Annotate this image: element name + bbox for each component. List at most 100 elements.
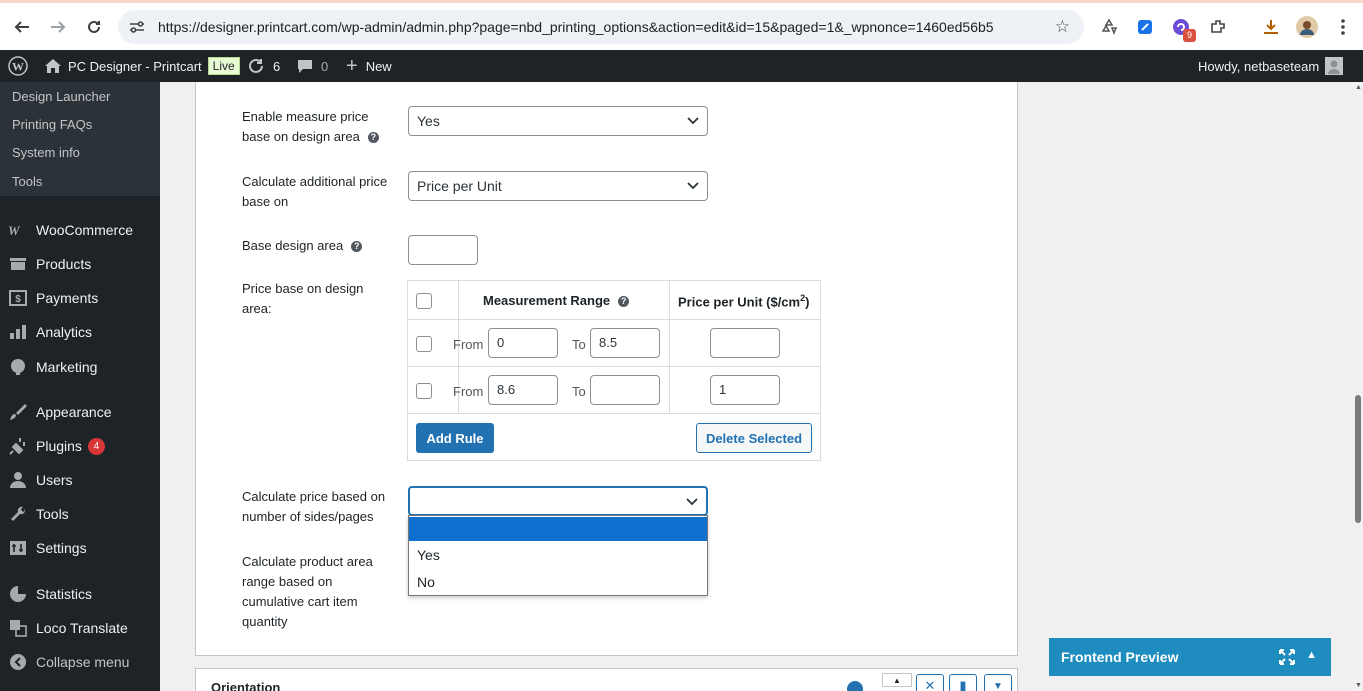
menu-payments[interactable]: $ Payments	[0, 281, 160, 315]
select-all-checkbox[interactable]	[416, 293, 432, 309]
page-scrollbar[interactable]: ▲ ▼	[1353, 82, 1363, 691]
menu-analytics[interactable]: Analytics	[0, 315, 160, 349]
scroll-down-icon[interactable]: ▼	[1355, 682, 1362, 689]
submenu-system-info[interactable]: System info	[0, 138, 160, 166]
label-line: Enable measure price	[242, 109, 369, 124]
svg-text:$: $	[15, 294, 21, 305]
orientation-title: Orientation	[211, 680, 281, 691]
help-icon[interactable]: ?	[618, 296, 630, 308]
svg-text:W: W	[12, 60, 24, 74]
menu-label: Marketing	[36, 359, 98, 375]
browser-menu-icon[interactable]	[1332, 16, 1354, 38]
recycle-extension-icon[interactable]	[1098, 16, 1120, 38]
collapse-up-icon[interactable]: ▲	[1306, 649, 1317, 661]
plug-icon	[0, 437, 36, 455]
submenu-printing-faqs[interactable]: Printing FAQs	[0, 110, 160, 138]
unit-price-input[interactable]: 1	[710, 375, 780, 405]
expand-icon[interactable]	[1279, 649, 1295, 668]
range-from-input[interactable]: 8.6	[488, 375, 558, 405]
live-badge: Live	[207, 57, 240, 75]
row-checkbox[interactable]	[416, 383, 432, 399]
close-icon[interactable]: ✕	[916, 674, 944, 691]
menu-users[interactable]: Users	[0, 463, 160, 497]
menu-statistics[interactable]: Statistics	[0, 577, 160, 611]
forward-icon[interactable]	[44, 13, 72, 41]
menu-products[interactable]: Products	[0, 247, 160, 281]
translate-icon	[0, 619, 36, 637]
add-rule-button[interactable]: Add Rule	[416, 423, 494, 453]
scroll-up-icon[interactable]: ▲	[1355, 84, 1362, 91]
download-icon[interactable]	[1260, 16, 1282, 38]
howdy-text: Howdy, netbaseteam	[1198, 58, 1320, 74]
sides-pages-dropdown: Yes No	[408, 515, 708, 596]
plus-icon: +	[346, 54, 358, 77]
dropdown-option-yes[interactable]: Yes	[409, 542, 707, 568]
sides-pages-select[interactable]	[408, 486, 708, 516]
settings-icon	[0, 540, 36, 556]
from-label: From	[453, 384, 484, 399]
submenu-tools[interactable]: Tools	[0, 166, 160, 196]
extension-badge-count: 9	[1183, 29, 1196, 42]
comments-icon	[298, 60, 312, 73]
chevron-down-icon[interactable]: ▼	[984, 674, 1012, 691]
wordpress-logo-icon[interactable]: W	[8, 50, 28, 82]
measurement-range-table: Measurement Range? Price per Unit ($/cm2…	[407, 280, 821, 461]
header-text: )	[805, 294, 810, 310]
my-account-link[interactable]: Howdy, netbaseteam	[1198, 50, 1344, 82]
from-label: From	[453, 337, 484, 352]
menu-loco-translate[interactable]: Loco Translate	[0, 611, 160, 645]
products-icon	[0, 257, 36, 271]
menu-label: Settings	[36, 540, 87, 556]
base-area-input[interactable]	[408, 235, 478, 265]
dropdown-option-empty[interactable]	[409, 517, 707, 541]
move-up-icon[interactable]: ▲	[882, 673, 912, 687]
megaphone-icon	[0, 358, 36, 376]
menu-tools[interactable]: Tools	[0, 497, 160, 531]
menu-woocommerce[interactable]: W WooCommerce	[0, 213, 160, 247]
comments-link[interactable]: 0	[297, 50, 328, 82]
pie-chart-icon	[0, 585, 36, 603]
bookmark-star-icon[interactable]: ☆	[1055, 17, 1070, 37]
chevron-down-icon	[686, 498, 698, 506]
header-text: Measurement Range	[483, 293, 611, 308]
label-line: Price base on design	[242, 281, 364, 296]
updates-link[interactable]: 6	[247, 50, 280, 82]
menu-appearance[interactable]: Appearance	[0, 395, 160, 429]
range-from-input[interactable]: 0	[488, 328, 558, 358]
menu-marketing[interactable]: Marketing	[0, 350, 160, 384]
measure-price-select[interactable]: Yes	[408, 106, 708, 136]
select-value: Price per Unit	[417, 178, 502, 194]
row-checkbox[interactable]	[416, 336, 432, 352]
copy-icon[interactable]: ▮	[949, 674, 977, 691]
menu-plugins[interactable]: Plugins 4	[0, 429, 160, 463]
site-settings-icon[interactable]	[128, 19, 146, 35]
submenu-design-launcher[interactable]: Design Launcher	[0, 82, 160, 110]
scrollbar-thumb[interactable]	[1355, 395, 1361, 523]
updates-count: 6	[273, 58, 281, 74]
help-icon[interactable]: ?	[351, 241, 363, 253]
reload-icon[interactable]	[80, 13, 108, 41]
profile-avatar[interactable]	[1296, 16, 1318, 38]
unit-price-input[interactable]	[710, 328, 780, 358]
calc-additional-select[interactable]: Price per Unit	[408, 171, 708, 201]
url-text[interactable]: https://designer.printcart.com/wp-admin/…	[158, 19, 994, 35]
frontend-preview-button[interactable]: Frontend Preview ▲	[1049, 638, 1331, 676]
sides-pages-label: Calculate price based on number of sides…	[242, 487, 402, 527]
menu-label: Tools	[36, 506, 69, 522]
dropdown-option-no[interactable]: No	[409, 569, 707, 595]
range-to-input[interactable]	[590, 375, 660, 405]
delete-selected-button[interactable]: Delete Selected	[696, 423, 812, 453]
menu-settings[interactable]: Settings	[0, 531, 160, 565]
collapse-menu-button[interactable]: Collapse menu	[0, 645, 160, 679]
extension-badge-icon[interactable]: 9	[1170, 16, 1196, 42]
help-icon[interactable]: ?	[367, 132, 379, 144]
back-icon[interactable]	[8, 13, 36, 41]
range-to-input[interactable]: 8.5	[590, 328, 660, 358]
menu-label: Collapse menu	[36, 654, 130, 670]
extension-blue-icon[interactable]	[1134, 16, 1156, 38]
help-icon[interactable]	[847, 681, 863, 691]
new-content-link[interactable]: + New	[346, 50, 392, 82]
address-bar[interactable]: https://designer.printcart.com/wp-admin/…	[118, 10, 1084, 44]
puzzle-extensions-icon[interactable]	[1207, 16, 1229, 38]
site-name-link[interactable]: PC Designer - Printcart Live	[44, 50, 240, 82]
